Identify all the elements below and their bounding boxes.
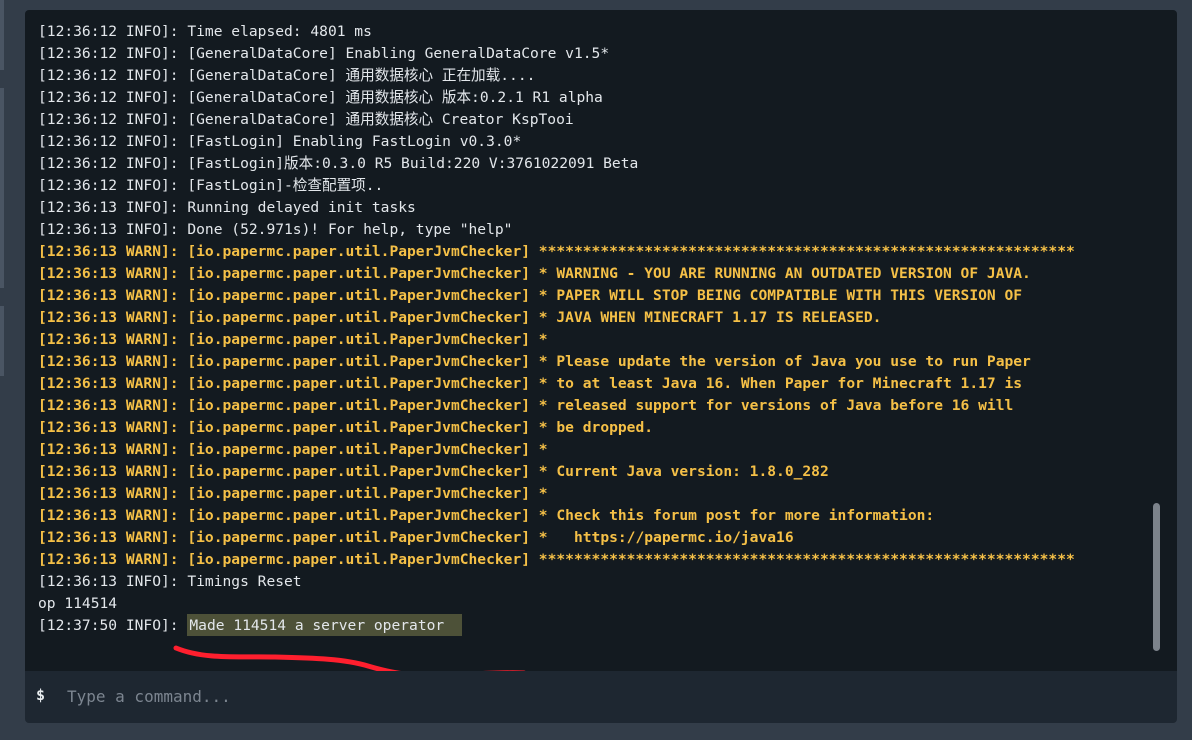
log-line-last: [12:37:50 INFO]: Made 114514 a server op…	[38, 614, 1148, 637]
log-line: [12:36:12 INFO]: [GeneralDataCore] 通用数据核…	[38, 67, 536, 84]
highlighted-message: Made 114514 a server operator	[187, 614, 463, 636]
log-line-warn: [12:36:13 WARN]: [io.papermc.paper.util.…	[38, 397, 1014, 414]
sidebar-edge[interactable]	[0, 0, 4, 70]
server-console-page: [12:36:12 INFO]: Time elapsed: 4801 ms [1…	[0, 0, 1192, 740]
log-line-prefix: [12:37:50 INFO]:	[38, 617, 179, 634]
log-line: [12:36:12 INFO]: [GeneralDataCore] 通用数据核…	[38, 111, 574, 128]
log-line: [12:36:13 INFO]: Timings Reset	[38, 573, 302, 590]
console-scrollbar[interactable]	[1153, 503, 1160, 651]
log-line: [12:36:12 INFO]: [GeneralDataCore] 通用数据核…	[38, 89, 603, 106]
log-line: [12:36:12 INFO]: [FastLogin]版本:0.3.0 R5 …	[38, 155, 639, 172]
command-input[interactable]	[67, 682, 1157, 710]
command-bar: $	[25, 671, 1177, 723]
log-line: [12:36:13 INFO]: Done (52.971s)! For hel…	[38, 221, 513, 238]
log-line-warn: [12:36:13 WARN]: [io.papermc.paper.util.…	[38, 551, 1075, 568]
log-line: [12:36:12 INFO]: [FastLogin]-检查配置项..	[38, 177, 384, 194]
log-line-warn: [12:36:13 WARN]: [io.papermc.paper.util.…	[38, 331, 548, 348]
log-line: [12:36:12 INFO]: [GeneralDataCore] Enabl…	[38, 45, 610, 62]
log-line-warn: [12:36:13 WARN]: [io.papermc.paper.util.…	[38, 485, 548, 502]
log-line: op 114514	[38, 595, 118, 612]
log-line: [12:36:12 INFO]: [FastLogin] Enabling Fa…	[38, 133, 522, 150]
log-line-warn: [12:36:13 WARN]: [io.papermc.paper.util.…	[38, 529, 794, 546]
log-line: [12:36:13 INFO]: Running delayed init ta…	[38, 199, 416, 216]
sidebar-edge[interactable]	[0, 306, 4, 376]
log-line-warn: [12:36:13 WARN]: [io.papermc.paper.util.…	[38, 243, 1075, 260]
log-line-warn: [12:36:13 WARN]: [io.papermc.paper.util.…	[38, 287, 1023, 304]
log-line-warn: [12:36:13 WARN]: [io.papermc.paper.util.…	[38, 309, 882, 326]
log-line-warn: [12:36:13 WARN]: [io.papermc.paper.util.…	[38, 419, 654, 436]
console-log: [12:36:12 INFO]: Time elapsed: 4801 ms [1…	[38, 21, 1148, 637]
log-line-warn: [12:36:13 WARN]: [io.papermc.paper.util.…	[38, 265, 1031, 282]
log-line: [12:36:12 INFO]: Time elapsed: 4801 ms	[38, 23, 372, 40]
log-line-warn: [12:36:13 WARN]: [io.papermc.paper.util.…	[38, 375, 1023, 392]
log-line-warn: [12:36:13 WARN]: [io.papermc.paper.util.…	[38, 441, 548, 458]
log-line-warn: [12:36:13 WARN]: [io.papermc.paper.util.…	[38, 507, 935, 524]
log-line-warn: [12:36:13 WARN]: [io.papermc.paper.util.…	[38, 463, 829, 480]
log-line-warn: [12:36:13 WARN]: [io.papermc.paper.util.…	[38, 353, 1031, 370]
console-output: [12:36:12 INFO]: Time elapsed: 4801 ms [1…	[25, 10, 1177, 671]
sidebar-edge[interactable]	[0, 88, 4, 288]
prompt-symbol: $	[36, 686, 46, 704]
